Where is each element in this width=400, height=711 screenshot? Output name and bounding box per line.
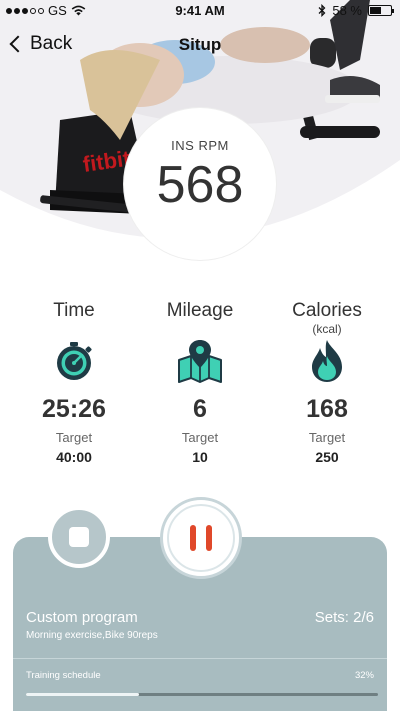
stat-mileage: Mileage 6 Target 10 [135,300,265,465]
stat-target-label: Target [181,430,219,445]
pause-button[interactable] [160,497,242,579]
bluetooth-icon [318,4,326,17]
schedule-label: Training schedule [26,670,101,681]
stat-target-label: Target [308,430,346,445]
stat-title: Mileage [166,300,234,321]
rpm-gauge: INS RPM 568 [124,108,276,260]
stat-value: 168 [306,395,348,423]
stat-target: 40:00 [56,449,92,465]
stat-target: 250 [315,449,339,465]
program-name: Custom program [26,609,138,626]
stat-calories: Calories (kcal) 168 Target 250 [262,300,392,465]
map-pin-icon [178,340,222,383]
divider [13,658,387,659]
sets-counter: Sets: 2/6 [314,609,374,626]
battery-percent: 58 % [332,3,362,18]
status-right: 58 % [318,3,394,18]
stat-title: Time [53,300,95,321]
hero-banner: fitbit GS 9:41 AM 58 % Back Situp INS RP… [0,0,400,268]
stats-row: Time 25:26 Target 40:00 Mileage 6 Target… [0,300,400,480]
stat-value: 6 [193,395,207,423]
stat-value: 25:26 [42,395,106,423]
stat-target-label: Target [55,430,93,445]
stat-unit [9,322,139,336]
stopwatch-icon [57,342,92,380]
stop-button[interactable] [48,506,110,568]
flame-icon [312,340,342,382]
stat-unit: (kcal) [312,322,342,336]
stat-target: 10 [192,449,208,465]
nav-bar: Back Situp [0,28,400,64]
schedule-progress-bar [26,693,378,696]
stat-title: Calories [292,300,362,321]
stat-unit [135,322,265,336]
battery-icon [368,5,394,16]
stat-time: Time 25:26 Target 40:00 [9,300,139,465]
rpm-value: 568 [156,156,244,214]
status-bar: GS 9:41 AM 58 % [0,0,400,22]
page-title: Situp [178,35,222,54]
schedule-percent: 32% [354,670,374,681]
rpm-label: INS RPM [171,138,229,153]
schedule-progress-fill [26,693,139,696]
pause-ring [167,504,235,572]
program-description: Morning exercise,Bike 90reps [26,630,158,641]
stop-icon [69,527,89,547]
